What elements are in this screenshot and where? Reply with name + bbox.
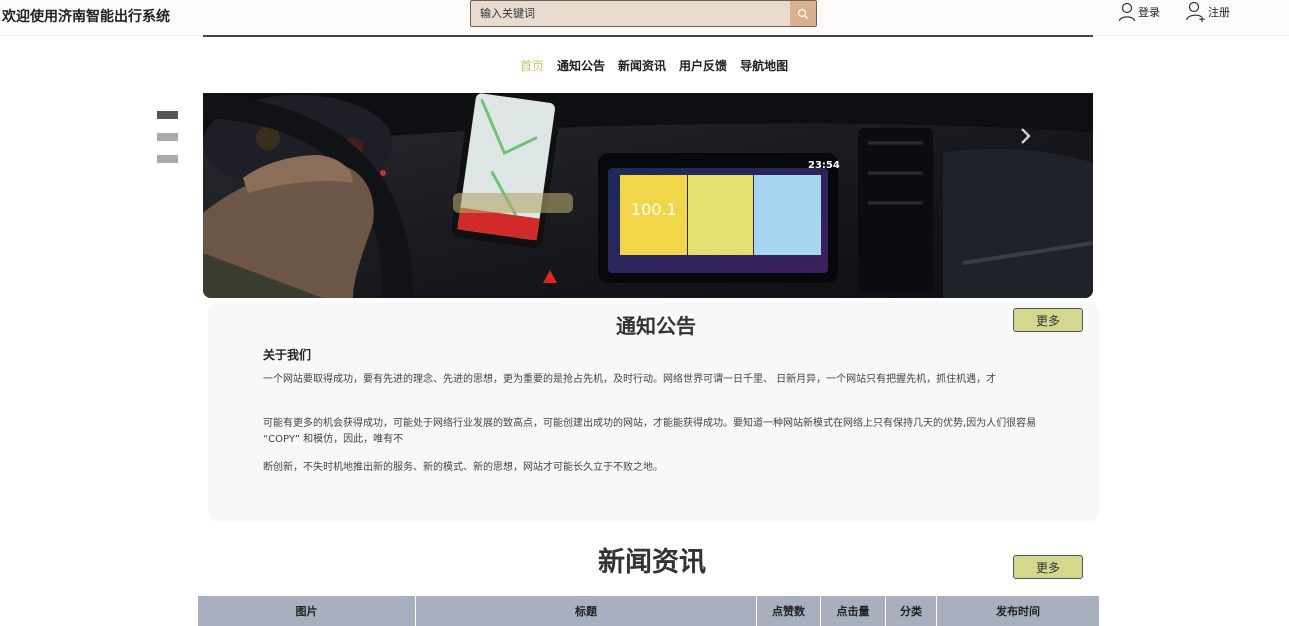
search-input[interactable] (471, 1, 791, 26)
banner-image: 100.1 23:54 (203, 93, 1093, 298)
screen-clock: 23:54 (808, 160, 840, 171)
site-title: 欢迎使用济南智能出行系统 (2, 9, 170, 25)
carousel-indicator-3[interactable] (157, 155, 178, 163)
search-box (470, 0, 817, 27)
carousel-banner: 100.1 23:54 (203, 93, 1093, 298)
register-label: 注册 (1208, 6, 1230, 19)
column-header-publish-time: 发布时间 (996, 605, 1040, 618)
search-button[interactable] (790, 1, 816, 26)
notice-title: 通知公告 (616, 314, 696, 338)
screen-value: 100.1 (631, 200, 677, 219)
column-header-image: 图片 (198, 596, 416, 626)
column-header-clicks: 点击量 (821, 596, 886, 626)
article-paragraph-2: 可能有更多的机会获得成功，可能处于网络行业发展的致高点，可能创建出成功的网站，才… (263, 418, 1037, 445)
nav-item-map[interactable]: 导航地图 (740, 57, 788, 74)
column-header-category: 分类 (886, 596, 937, 626)
login-label: 登录 (1138, 6, 1160, 19)
notice-more-button[interactable]: 更多 (1013, 308, 1083, 332)
main-nav: 首页 通知公告 新闻资讯 用户反馈 导航地图 (520, 57, 801, 74)
article-paragraph-3: 断创新，不失时机地推出新的服务、新的模式、新的思想，网站才可能长久立于不败之地。 (263, 462, 663, 473)
article-title: 关于我们 (263, 348, 312, 362)
banner-top-edge (203, 35, 1093, 37)
news-title: 新闻资讯 (598, 547, 706, 578)
nav-item-notices[interactable]: 通知公告 (557, 57, 605, 74)
login-link[interactable]: 登录 (1118, 1, 1160, 23)
add-user-icon (1186, 1, 1205, 22)
register-link[interactable]: 注册 (1186, 1, 1230, 23)
news-more-button[interactable]: 更多 (1013, 555, 1083, 579)
article-paragraph-1: 一个网站要取得成功，要有先进的理念、先进的思想，更为重要的是抢占先机，及时行动。… (263, 374, 997, 385)
carousel-indicator-1[interactable] (157, 111, 178, 119)
chevron-right-icon[interactable] (1019, 127, 1033, 145)
notice-section: 通知公告 更多 关于我们 一个网站要取得成功，要有先进的理念、先进的思想，更为重… (208, 302, 1099, 522)
carousel-indicator-2[interactable] (157, 133, 178, 141)
column-header-title: 标题 (416, 596, 757, 626)
column-header-likes: 点赞数 (757, 596, 821, 626)
top-header: 欢迎使用济南智能出行系统 登录 注册 (0, 0, 1289, 36)
nav-item-home[interactable]: 首页 (520, 57, 544, 74)
nav-item-feedback[interactable]: 用户反馈 (679, 57, 727, 74)
nav-item-news[interactable]: 新闻资讯 (618, 57, 666, 74)
search-icon (797, 8, 808, 19)
user-icon (1118, 2, 1136, 22)
news-table-header: 图片 标题 点赞数 点击量 分类 发布时间 (198, 596, 1099, 626)
carousel-indicators (157, 111, 178, 177)
